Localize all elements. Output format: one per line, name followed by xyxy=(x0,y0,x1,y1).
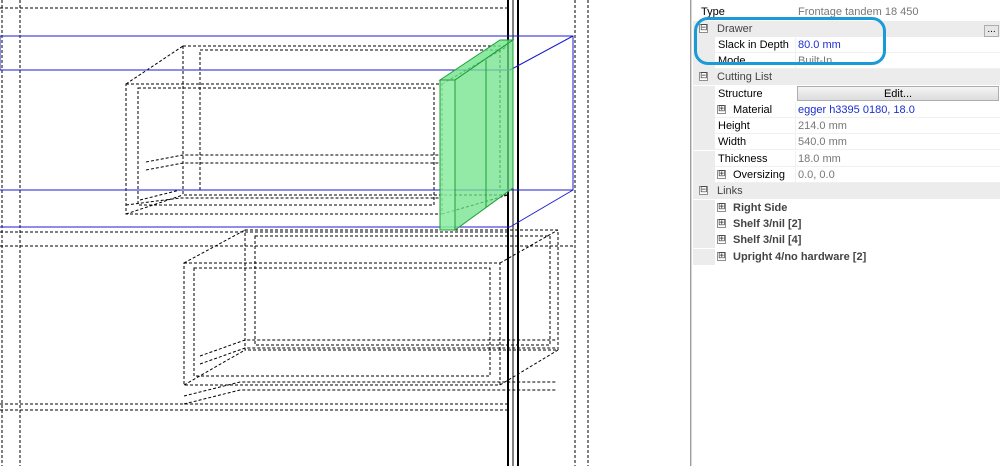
property-value: Frontage tandem 18 450 xyxy=(798,6,919,18)
expand-icon[interactable]: ⊞ xyxy=(717,252,726,261)
property-value: 540.0 mm xyxy=(798,136,847,148)
property-name: Oversizing xyxy=(733,169,785,181)
link-label: Upright 4/no hardware [2] xyxy=(733,251,867,263)
expand-icon[interactable]: ⊞ xyxy=(717,219,726,228)
link-label: Right Side xyxy=(733,202,788,214)
expand-icon[interactable]: ⊞ xyxy=(717,105,726,114)
category-cutting-list[interactable]: ⊟ Cutting List xyxy=(693,69,1000,85)
expand-icon[interactable]: ⊞ xyxy=(717,170,726,179)
property-row-structure[interactable]: Structure Edit... xyxy=(693,86,1000,102)
property-row-mode[interactable]: Mode Built-In xyxy=(693,53,1000,69)
property-value: 0.0, 0.0 xyxy=(798,169,835,181)
ellipsis-button[interactable]: ... xyxy=(984,25,999,37)
collapse-icon[interactable]: ⊟ xyxy=(699,24,708,33)
property-row-material[interactable]: ⊞ Material egger h3395 0180, 18.0 xyxy=(693,102,1000,118)
property-name: Mode xyxy=(718,55,746,67)
collapse-icon[interactable]: ⊟ xyxy=(699,186,708,195)
property-value[interactable]: 80.0 mm xyxy=(795,37,841,53)
property-value: 214.0 mm xyxy=(798,120,847,132)
property-row-width[interactable]: Width 540.0 mm xyxy=(693,134,1000,150)
category-links[interactable]: ⊟ Links xyxy=(693,183,1000,199)
link-item[interactable]: ⊞ Shelf 3/nil [2] xyxy=(693,216,1000,232)
property-name: Height xyxy=(718,120,750,132)
collapse-icon[interactable]: ⊟ xyxy=(699,72,708,81)
category-label: Cutting List xyxy=(717,71,773,83)
category-drawer[interactable]: ⊟ Drawer xyxy=(693,21,1000,37)
category-label: Drawer xyxy=(717,23,753,35)
category-label: Links xyxy=(717,185,743,197)
3d-viewport[interactable] xyxy=(0,0,690,466)
property-name: Structure xyxy=(718,88,763,100)
property-row-oversizing[interactable]: ⊞ Oversizing 0.0, 0.0 xyxy=(693,167,1000,183)
property-name: Slack in Depth xyxy=(718,39,789,51)
property-row-height[interactable]: Height 214.0 mm xyxy=(693,118,1000,134)
property-value[interactable]: egger h3395 0180, 18.0 xyxy=(795,102,915,118)
property-row-thickness[interactable]: Thickness 18.0 mm xyxy=(693,151,1000,167)
property-name: Thickness xyxy=(718,153,768,165)
panel-splitter[interactable] xyxy=(690,0,692,466)
expand-icon[interactable]: ⊞ xyxy=(717,235,726,244)
selected-panel[interactable] xyxy=(438,39,515,231)
link-item[interactable]: ⊞ Shelf 3/nil [4] xyxy=(693,232,1000,248)
property-value: 18.0 mm xyxy=(798,153,841,165)
property-name: Width xyxy=(718,136,747,148)
property-row-slack-in-depth[interactable]: Slack in Depth 80.0 mm xyxy=(693,37,1000,53)
property-name: Type xyxy=(701,6,725,18)
wireframe-drawing xyxy=(0,0,589,466)
property-name: Material xyxy=(733,104,773,116)
link-label: Shelf 3/nil [2] xyxy=(733,218,802,230)
edit-structure-button[interactable]: Edit... xyxy=(797,86,999,101)
property-value[interactable]: Built-In xyxy=(795,53,832,69)
expand-icon[interactable]: ⊞ xyxy=(717,203,726,212)
link-item[interactable]: ⊞ Upright 4/no hardware [2] xyxy=(693,249,1000,265)
property-row-type[interactable]: Type Frontage tandem 18 450 xyxy=(693,4,1000,20)
link-item[interactable]: ⊞ Right Side xyxy=(693,200,1000,216)
property-grid: Type Frontage tandem 18 450 ⊟ Drawer ...… xyxy=(693,0,1000,466)
link-label: Shelf 3/nil [4] xyxy=(733,234,802,246)
